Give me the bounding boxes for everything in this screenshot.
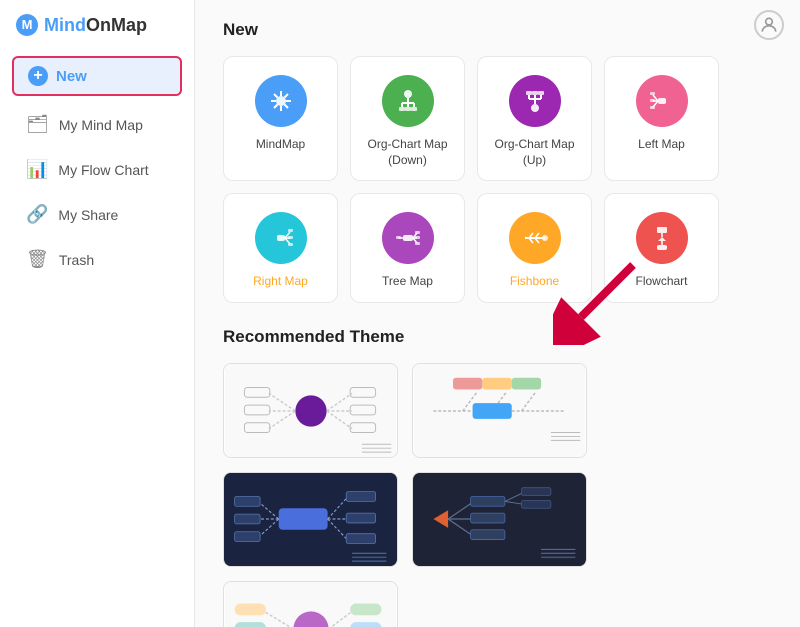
my-share-label: My Share (58, 207, 118, 223)
theme-card-3[interactable] (223, 472, 398, 567)
user-icon[interactable] (754, 10, 784, 40)
share-icon: 🔗 (26, 204, 48, 225)
rightmap-label: Right Map (253, 274, 308, 290)
template-mindmap[interactable]: MindMap (223, 56, 338, 181)
template-fishbone[interactable]: Fishbone (477, 193, 592, 303)
orgup-icon (509, 75, 561, 127)
new-label: New (56, 68, 87, 85)
flow-chart-icon: 📊 (26, 159, 48, 180)
theme-card-1[interactable] (223, 363, 398, 458)
orgdown-label: Org-Chart Map(Down) (367, 137, 447, 168)
recommended-section-title: Recommended Theme (223, 327, 772, 347)
new-button[interactable]: + New (12, 56, 182, 96)
plus-icon: + (28, 66, 48, 86)
mind-map-icon: 🗂 (26, 114, 49, 135)
mindmap-label: MindMap (256, 137, 305, 153)
trash-icon: 🗑 (26, 249, 49, 270)
logo-text: MindOnMap (44, 15, 147, 36)
logo-icon: M (16, 14, 38, 36)
fishbone-icon (509, 212, 561, 264)
main-content: New MindMap (195, 0, 800, 627)
my-mind-map-label: My Mind Map (59, 117, 143, 133)
template-tree-map[interactable]: Tree Map (350, 193, 465, 303)
theme-card-5[interactable] (223, 581, 398, 627)
orgup-label: Org-Chart Map (Up) (488, 137, 581, 168)
sidebar-item-my-flow-chart[interactable]: 📊 My Flow Chart (8, 149, 186, 190)
sidebar: M MindOnMap + New 🗂 My Mind Map 📊 My Flo… (0, 0, 195, 627)
my-flow-chart-label: My Flow Chart (58, 162, 148, 178)
sidebar-item-my-share[interactable]: 🔗 My Share (8, 194, 186, 235)
theme-grid (223, 363, 772, 627)
template-left-map[interactable]: Left Map (604, 56, 719, 181)
template-org-chart-down[interactable]: Org-Chart Map(Down) (350, 56, 465, 181)
theme-card-2[interactable] (412, 363, 587, 458)
leftmap-label: Left Map (638, 137, 685, 153)
orgdown-icon (382, 75, 434, 127)
sidebar-item-trash[interactable]: 🗑 Trash (8, 239, 186, 280)
treemap-label: Tree Map (382, 274, 433, 290)
template-right-map[interactable]: Right Map (223, 193, 338, 303)
template-org-chart-up[interactable]: Org-Chart Map (Up) (477, 56, 592, 181)
flowchart-label: Flowchart (635, 274, 687, 290)
fishbone-label: Fishbone (510, 274, 559, 290)
logo: M MindOnMap (0, 0, 194, 50)
sidebar-item-my-mind-map[interactable]: 🗂 My Mind Map (8, 104, 186, 145)
new-section-title: New (223, 20, 772, 40)
user-profile-area (754, 10, 784, 40)
treemap-icon (382, 212, 434, 264)
mindmap-icon (255, 75, 307, 127)
theme-card-4[interactable] (412, 472, 587, 567)
template-grid: MindMap Org-Chart Map(Down) (223, 56, 772, 303)
trash-label: Trash (59, 252, 94, 268)
rightmap-icon (255, 212, 307, 264)
template-flowchart[interactable]: Flowchart (604, 193, 719, 303)
flowchart-icon (636, 212, 688, 264)
leftmap-icon (636, 75, 688, 127)
